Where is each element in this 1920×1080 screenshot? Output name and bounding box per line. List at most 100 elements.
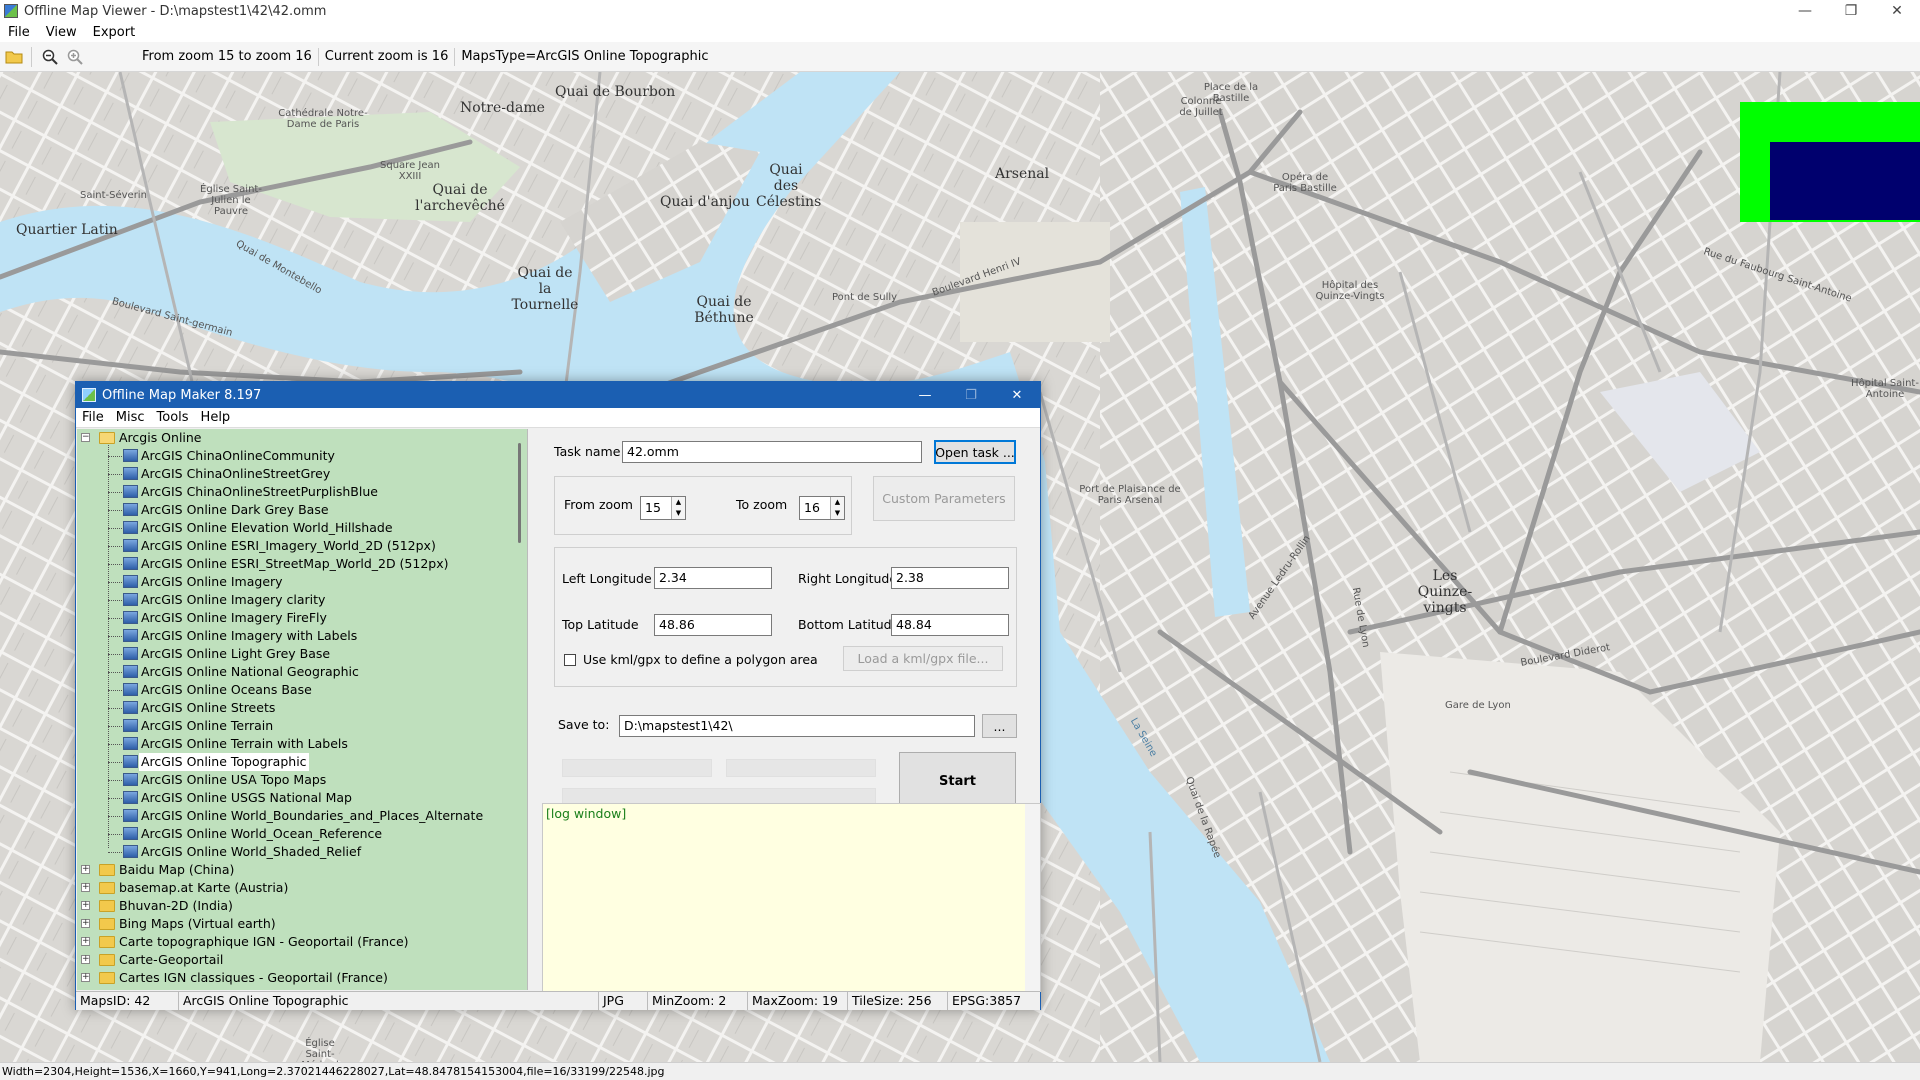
- dialog-close-button[interactable]: ✕: [994, 382, 1040, 408]
- dialog-menu-file[interactable]: File: [76, 410, 110, 425]
- tree-item-label: ArcGIS Online World_Ocean_Reference: [141, 826, 383, 841]
- task-name-input[interactable]: 42.omm: [622, 441, 922, 463]
- expand-icon[interactable]: +: [81, 919, 90, 928]
- tree-item-map-source[interactable]: ArcGIS Online Imagery FireFly: [77, 609, 527, 627]
- tree-item-map-source[interactable]: ArcGIS Online Terrain with Labels: [77, 735, 527, 753]
- tree-item-map-source[interactable]: ArcGIS Online USA Topo Maps: [77, 771, 527, 789]
- load-kml-button[interactable]: Load a kml/gpx file...: [843, 646, 1003, 671]
- to-zoom-arrows-icon[interactable]: ▲ ▼: [830, 497, 844, 519]
- tree-connector: [108, 528, 122, 529]
- tree-scrollbar[interactable]: [512, 429, 527, 990]
- tree-connector: [108, 564, 122, 565]
- dialog-maximize-button[interactable]: ❐: [948, 382, 994, 408]
- bottom-latitude-label: Bottom Latitude: [798, 617, 900, 632]
- menu-export[interactable]: Export: [85, 25, 144, 40]
- log-window[interactable]: [log window]: [542, 803, 1041, 992]
- expand-icon[interactable]: +: [81, 955, 90, 964]
- tree-node-provider[interactable]: + Cartes IGN classiques - Geoportail (Fra…: [77, 969, 527, 987]
- maps-type-status: MapsType=ArcGIS Online Topographic: [461, 48, 709, 64]
- tree-item-label: ArcGIS Online World_Boundaries_and_Place…: [141, 808, 484, 823]
- tree-item-map-source[interactable]: ArcGIS Online World_Shaded_Relief: [77, 843, 527, 861]
- tree-item-map-source[interactable]: ArcGIS Online Imagery: [77, 573, 527, 591]
- tree-node-provider[interactable]: + Bing Maps (Virtual earth): [77, 915, 527, 933]
- tree-node-provider[interactable]: + Carte topographique IGN - Geoportail (F…: [77, 933, 527, 951]
- minimize-button[interactable]: —: [1782, 0, 1828, 22]
- tree-item-map-source[interactable]: ArcGIS Online Dark Grey Base: [77, 501, 527, 519]
- log-scrollbar[interactable]: [1025, 804, 1040, 991]
- tree-item-map-source[interactable]: ArcGIS Online National Geographic: [77, 663, 527, 681]
- tree-item-label: ArcGIS Online Terrain with Labels: [141, 736, 348, 751]
- tree-item-label: ArcGIS Online Imagery FireFly: [141, 610, 327, 625]
- tree-item-map-source[interactable]: ArcGIS Online Topographic: [77, 753, 527, 771]
- from-zoom-stepper[interactable]: 15 ▲ ▼: [640, 496, 686, 520]
- tree-item-map-source[interactable]: ArcGIS Online Imagery with Labels: [77, 627, 527, 645]
- collapse-icon[interactable]: −: [81, 433, 90, 442]
- dialog-status-bar: MapsID: 42 ArcGIS Online Topographic JPG…: [76, 991, 1040, 1010]
- tree-item-map-source[interactable]: ArcGIS ChinaOnlineCommunity: [77, 447, 527, 465]
- right-longitude-input[interactable]: 2.38: [891, 567, 1009, 589]
- tree-item-map-source[interactable]: ArcGIS ChinaOnlineStreetPurplishBlue: [77, 483, 527, 501]
- folder-icon: [99, 936, 115, 948]
- map-tile-icon: [123, 647, 138, 660]
- dialog-minimize-button[interactable]: —: [902, 382, 948, 408]
- tree-item-map-source[interactable]: ArcGIS Online Imagery clarity: [77, 591, 527, 609]
- tree-item-map-source[interactable]: ArcGIS Online Elevation World_Hillshade: [77, 519, 527, 537]
- expand-icon[interactable]: +: [81, 901, 90, 910]
- tree-item-map-source[interactable]: ArcGIS Online Light Grey Base: [77, 645, 527, 663]
- tree-item-map-source[interactable]: ArcGIS Online USGS National Map: [77, 789, 527, 807]
- tree-item-label: ArcGIS ChinaOnlineCommunity: [141, 448, 335, 463]
- dialog-menu-help[interactable]: Help: [195, 410, 237, 425]
- tree-node-label: Baidu Map (China): [119, 862, 235, 877]
- tree-connector: [108, 636, 122, 637]
- to-zoom-stepper[interactable]: 16 ▲ ▼: [799, 496, 845, 520]
- tree-node-arcgis-online[interactable]: − Arcgis Online: [77, 429, 527, 447]
- expand-icon[interactable]: +: [81, 973, 90, 982]
- start-button[interactable]: Start: [899, 752, 1016, 810]
- open-folder-icon[interactable]: [3, 46, 25, 68]
- tree-scroll-thumb[interactable]: [518, 443, 521, 543]
- map-source-tree[interactable]: − Arcgis Online ArcGIS ChinaOnlineCommunit…: [77, 429, 528, 990]
- custom-parameters-button[interactable]: Custom Parameters: [873, 476, 1015, 521]
- expand-icon[interactable]: +: [81, 865, 90, 874]
- from-zoom-arrows-icon[interactable]: ▲ ▼: [671, 497, 685, 519]
- tree-connector: [108, 744, 122, 745]
- tree-item-map-source[interactable]: ArcGIS ChinaOnlineStreetGrey: [77, 465, 527, 483]
- bottom-latitude-input[interactable]: 48.84: [891, 614, 1009, 636]
- menu-view[interactable]: View: [38, 25, 85, 40]
- tree-node-provider[interactable]: + Bhuvan-2D (India): [77, 897, 527, 915]
- dialog-menu-tools[interactable]: Tools: [151, 410, 195, 425]
- open-task-button[interactable]: Open task ...: [934, 440, 1016, 464]
- expand-icon[interactable]: +: [81, 883, 90, 892]
- tree-item-map-source[interactable]: ArcGIS Online ESRI_StreetMap_World_2D (5…: [77, 555, 527, 573]
- tree-item-map-source[interactable]: ArcGIS Online World_Ocean_Reference: [77, 825, 527, 843]
- tree-node-provider[interactable]: + basemap.at Karte (Austria): [77, 879, 527, 897]
- tree-item-map-source[interactable]: ArcGIS Online Terrain: [77, 717, 527, 735]
- kml-polygon-label: Use kml/gpx to define a polygon area: [583, 652, 818, 667]
- top-latitude-input[interactable]: 48.86: [654, 614, 772, 636]
- tree-item-map-source[interactable]: ArcGIS Online World_Boundaries_and_Place…: [77, 807, 527, 825]
- dialog-menu-misc[interactable]: Misc: [110, 410, 151, 425]
- tree-connector: [108, 816, 122, 817]
- task-name-label: Task name: [554, 444, 621, 459]
- menu-file[interactable]: File: [0, 25, 38, 40]
- maximize-button[interactable]: ❐: [1828, 0, 1874, 22]
- save-to-input[interactable]: D:\mapstest1\42\: [619, 715, 975, 737]
- tree-item-map-source[interactable]: ArcGIS Online Oceans Base: [77, 681, 527, 699]
- offline-map-maker-dialog: Offline Map Maker 8.197 — ❐ ✕ File Misc …: [75, 381, 1041, 1010]
- tree-item-map-source[interactable]: ArcGIS Online Streets: [77, 699, 527, 717]
- tree-item-label: ArcGIS Online ESRI_Imagery_World_2D (512…: [141, 538, 436, 553]
- zoom-in-icon[interactable]: [64, 46, 86, 68]
- browse-button[interactable]: ...: [982, 714, 1017, 738]
- tree-node-provider[interactable]: + Baidu Map (China): [77, 861, 527, 879]
- tree-node-provider[interactable]: + Carte-Geoportail: [77, 951, 527, 969]
- zoom-out-icon[interactable]: [39, 46, 61, 68]
- tree-item-map-source[interactable]: ArcGIS Online ESRI_Imagery_World_2D (512…: [77, 537, 527, 555]
- left-longitude-input[interactable]: 2.34: [654, 567, 772, 589]
- map-tile-icon: [123, 557, 138, 570]
- close-button[interactable]: ✕: [1874, 0, 1920, 22]
- expand-icon[interactable]: +: [81, 937, 90, 946]
- tree-item-label: ArcGIS Online Streets: [141, 700, 276, 715]
- map-tile-icon: [123, 737, 138, 750]
- kml-polygon-checkbox[interactable]: [564, 654, 576, 666]
- map-tile-icon: [123, 467, 138, 480]
